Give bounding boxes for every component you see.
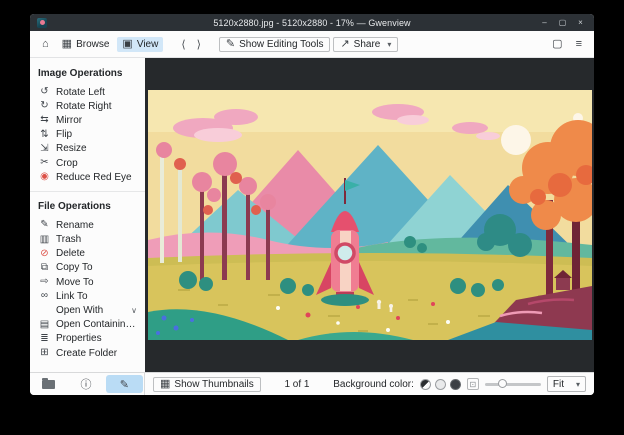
file-operations-title: File Operations (38, 201, 111, 213)
copy-icon: ⧉ (40, 261, 49, 273)
image-viewer[interactable] (145, 58, 594, 372)
bg-auto-swatch[interactable] (419, 378, 431, 390)
share-label: Share (353, 38, 381, 50)
folder-open-icon: ▤ (39, 318, 50, 330)
browse-icon: ▦ (61, 37, 73, 50)
gwenview-app-icon (37, 17, 47, 28)
gwenview-window: 5120x2880.jpg - 5120x2880 - 17% — Gwenvi… (30, 14, 594, 395)
show-editing-tools-button[interactable]: ✎ Show Editing Tools (218, 36, 331, 52)
view-label: View (136, 38, 159, 50)
back-icon: ⟨ (181, 38, 186, 51)
share-button[interactable]: ↗ Share ▾ (333, 36, 399, 52)
close-icon[interactable]: × (576, 18, 585, 27)
tab-folders[interactable] (30, 373, 67, 395)
link-icon: ∞ (40, 290, 49, 302)
trash-icon: ▥ (39, 233, 50, 245)
sidebar-item-flip[interactable]: ⇅ Flip (30, 128, 145, 142)
view-icon: ▣ (122, 37, 133, 50)
sidebar-item-link-to[interactable]: ∞ Link To (30, 289, 145, 303)
sidebar-item-mirror[interactable]: ⇆ Mirror (30, 113, 145, 127)
sidebar-item-resize[interactable]: ⇲ Resize (30, 142, 145, 156)
tab-information[interactable]: ⓘ (67, 373, 104, 395)
rotate-right-icon: ↻ (40, 100, 49, 112)
back-button[interactable]: ⟨ (177, 36, 189, 53)
bg-light-swatch[interactable] (434, 378, 446, 390)
zoom-slider-track[interactable] (484, 383, 541, 386)
sidebar-divider (30, 191, 145, 193)
red-eye-icon: ◉ (40, 171, 49, 183)
properties-icon: ≣ (40, 332, 49, 344)
thumbnails-icon: ▦ (160, 377, 171, 390)
chevron-down-icon: ▾ (387, 39, 392, 49)
zoom-mode-value: Fit (552, 378, 564, 390)
sidebar-item-move-to[interactable]: ⇨ Move To (30, 275, 145, 289)
viewed-image (147, 90, 592, 340)
sidebar-operations-panel: Image Operations ↺ Rotate Left ↻ Rotate … (30, 58, 145, 372)
bg-dark-swatch[interactable] (449, 378, 461, 390)
sidebar-item-create-folder[interactable]: ⊞ Create Folder (30, 346, 145, 360)
window-title: 5120x2880.jpg - 5120x2880 - 17% — Gwenvi… (213, 17, 411, 28)
forward-button[interactable]: ⟩ (193, 36, 205, 53)
sidebar-item-rotate-left[interactable]: ↺ Rotate Left (30, 85, 145, 99)
zoom-box-icon: ⊡ (469, 379, 477, 389)
view-button[interactable]: ▣ View (117, 36, 164, 52)
zoom-lock-checkbox[interactable]: ⊡ (466, 378, 479, 390)
home-icon: ⌂ (42, 37, 49, 50)
minimize-icon[interactable]: – (540, 18, 549, 27)
sidebar-item-trash[interactable]: ▥ Trash (30, 233, 145, 247)
rename-icon: ✎ (40, 219, 49, 231)
sidebar-tabbar: ⓘ ✎ (30, 373, 145, 395)
info-icon: ⓘ (80, 379, 92, 391)
hamburger-menu-button[interactable]: ≡ (571, 37, 587, 52)
image-count: 1 of 1 (284, 378, 310, 390)
pencil-icon: ✎ (119, 378, 129, 391)
fit-frame-icon: ▢ (552, 37, 563, 50)
chevron-down-icon: ▾ (575, 379, 580, 389)
browse-button[interactable]: ▦ Browse (57, 37, 115, 52)
show-thumbnails-label: Show Thumbnails (174, 378, 254, 390)
forward-icon: ⟩ (196, 38, 201, 51)
move-icon: ⇨ (40, 276, 49, 288)
background-color-swatches (419, 378, 461, 390)
share-icon: ↗ (340, 37, 350, 50)
sidebar-item-open-containing-folder[interactable]: ▤ Open Containing Folder (30, 318, 145, 332)
sidebar-item-copy-to[interactable]: ⧉ Copy To (30, 261, 145, 275)
pencil-icon: ✎ (225, 37, 236, 50)
sidebar-item-properties[interactable]: ≣ Properties (30, 332, 145, 346)
browse-label: Browse (76, 38, 110, 50)
zoom-slider-handle[interactable] (497, 379, 507, 388)
zoom-mode-select[interactable]: Fit ▾ (546, 376, 586, 392)
sidebar-item-rotate-right[interactable]: ↻ Rotate Right (30, 99, 145, 113)
background-color-label: Background color: (333, 378, 414, 390)
sidebar-item-reduce-red-eye[interactable]: ◉ Reduce Red Eye (30, 170, 145, 184)
toolbar: ⌂ ▦ Browse ▣ View ⟨ ⟩ ✎ Show Editing Too… (30, 31, 594, 58)
titlebar[interactable]: 5120x2880.jpg - 5120x2880 - 17% — Gwenvi… (30, 14, 594, 31)
desktop-background: 5120x2880.jpg - 5120x2880 - 17% — Gwenvi… (0, 0, 624, 435)
sidebar-item-rename[interactable]: ✎ Rename (30, 218, 145, 232)
bottom-bar: ⓘ ✎ ▦ Show Thumbnails 1 of 1 Background … (30, 372, 594, 395)
flip-icon: ⇅ (40, 128, 49, 140)
show-editing-tools-label: Show Editing Tools (239, 38, 324, 50)
home-button[interactable]: ⌂ (37, 37, 54, 52)
statusbar: ▦ Show Thumbnails 1 of 1 Background colo… (145, 373, 594, 395)
show-thumbnails-button[interactable]: ▦ Show Thumbnails (153, 376, 261, 392)
crop-icon: ✂ (40, 157, 49, 169)
sidebar-item-delete[interactable]: ⊘ Delete (30, 247, 145, 261)
chevron-down-icon: ∨ (131, 306, 137, 316)
maximize-icon[interactable]: ▢ (558, 18, 567, 27)
image-operations-title: Image Operations (38, 68, 123, 79)
sidebar-item-open-with[interactable]: Open With ∨ (30, 303, 145, 317)
folder-icon (42, 378, 56, 389)
hamburger-icon: ≡ (575, 37, 582, 50)
sidebar-item-crop[interactable]: ✂ Crop (30, 156, 145, 170)
tab-operations[interactable]: ✎ (105, 375, 143, 393)
delete-icon: ⊘ (40, 247, 49, 259)
resize-icon: ⇲ (40, 142, 49, 154)
zoom-slider[interactable] (484, 378, 541, 390)
new-folder-icon: ⊞ (40, 347, 49, 359)
rotate-left-icon: ↺ (40, 86, 49, 98)
mirror-icon: ⇆ (40, 114, 49, 126)
fit-view-button[interactable]: ▢ (547, 37, 567, 52)
